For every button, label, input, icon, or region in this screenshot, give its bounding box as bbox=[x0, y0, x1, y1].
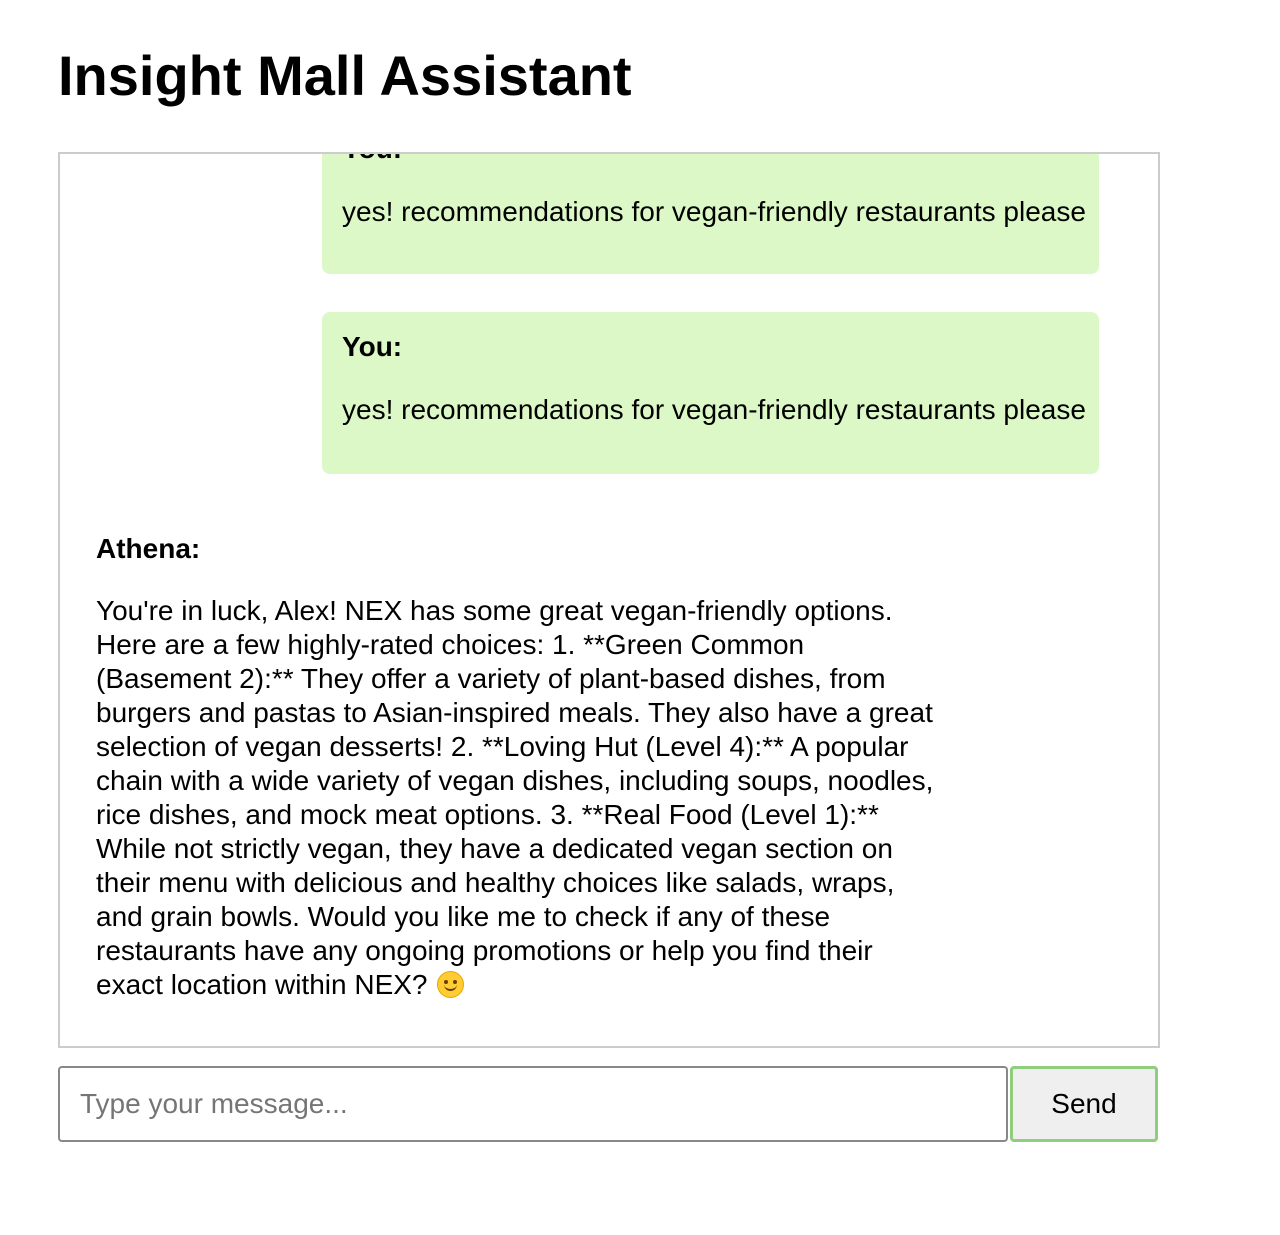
chat-window[interactable]: You: yes! recommendations for vegan-frie… bbox=[58, 152, 1160, 1048]
message-input[interactable] bbox=[58, 1066, 1008, 1142]
message-composer: Send bbox=[58, 1066, 1158, 1142]
user-message: You: yes! recommendations for vegan-frie… bbox=[322, 312, 1099, 474]
message-text: You're in luck, Alex! NEX has some great… bbox=[96, 594, 946, 1002]
message-text: yes! recommendations for vegan-friendly … bbox=[342, 394, 1086, 425]
smiling-face-icon bbox=[437, 971, 465, 998]
page-title: Insight Mall Assistant bbox=[58, 44, 632, 107]
message-sender: You: bbox=[342, 331, 403, 362]
message-sender: You: bbox=[342, 154, 402, 166]
message-text: yes! recommendations for vegan-friendly … bbox=[342, 196, 1086, 227]
send-button[interactable]: Send bbox=[1010, 1066, 1158, 1142]
user-message: You: yes! recommendations for vegan-frie… bbox=[322, 154, 1099, 274]
message-sender: Athena: bbox=[96, 533, 201, 564]
message-body: You're in luck, Alex! NEX has some great… bbox=[96, 595, 934, 1000]
